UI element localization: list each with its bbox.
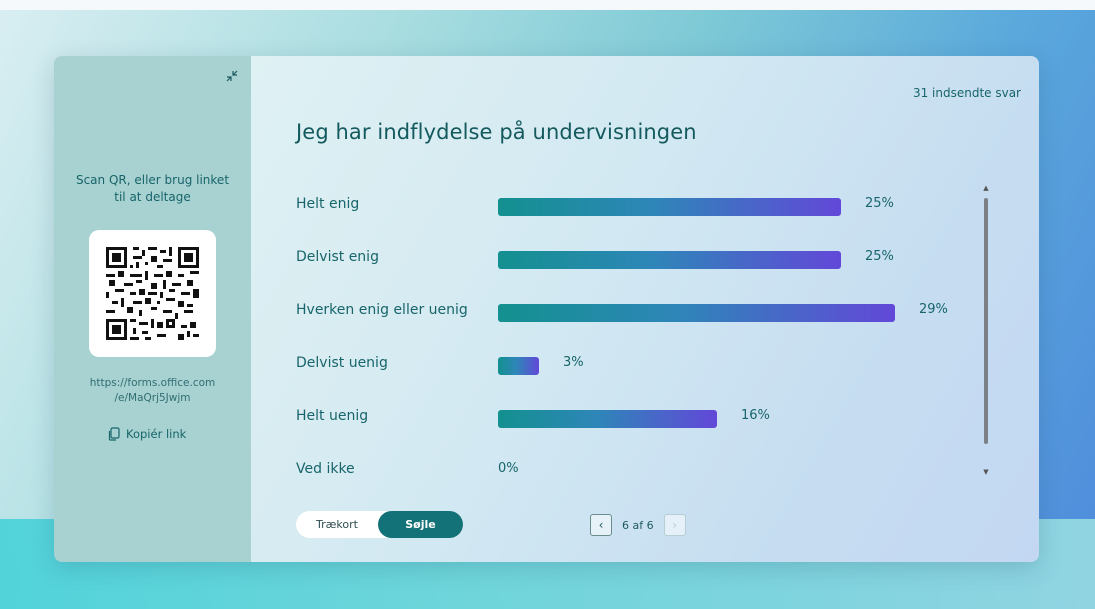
value-label: 16% [741, 408, 770, 423]
pagination: ‹ 6 af 6 › [590, 513, 686, 537]
toggle-option-traekort[interactable]: Trækort [296, 511, 378, 538]
qr-code-image [106, 247, 199, 340]
scroll-up-icon[interactable]: ▲ [982, 184, 990, 192]
bar [498, 410, 717, 428]
category-label: Helt uenig [296, 408, 369, 424]
value-label: 25% [865, 196, 894, 211]
chart-scrollbar[interactable]: ▲ ▼ [981, 184, 991, 476]
scan-instructions: Scan QR, eller brug linket til at deltag… [75, 173, 230, 204]
sidebar: Scan QR, eller brug linket til at deltag… [54, 56, 251, 562]
copy-icon [108, 427, 120, 441]
copy-link-button[interactable]: Kopiér link [108, 424, 186, 444]
scroll-down-icon[interactable]: ▼ [982, 468, 990, 476]
presentation-card: Scan QR, eller brug linket til at deltag… [54, 56, 1039, 562]
toggle-option-sojle[interactable]: Søjle [378, 511, 463, 538]
copy-link-label: Kopiér link [126, 427, 187, 441]
response-count: 31 indsendte svar [912, 86, 1021, 100]
value-label: 3% [563, 355, 584, 370]
chart-row: Delvist uenig 3% [296, 353, 966, 379]
results-panel: 31 indsendte svar Jeg har indflydelse på… [251, 56, 1039, 562]
chart-row: Helt enig 25% [296, 194, 966, 220]
top-strip [0, 0, 1095, 10]
category-label: Delvist enig [296, 249, 379, 265]
page-indicator: 6 af 6 [622, 518, 654, 532]
next-page-button[interactable]: › [663, 514, 686, 536]
qr-code [89, 230, 216, 357]
form-url-line-2: /e/MaQrj5Jwjm [114, 392, 191, 404]
category-label: Helt enig [296, 196, 360, 212]
category-label: Delvist uenig [296, 355, 388, 371]
category-label: Ved ikke [296, 461, 355, 476]
form-url-line-1: https://forms.office.com [89, 377, 216, 389]
category-label: Hverken enig eller uenig [296, 302, 468, 318]
value-label: 0% [498, 461, 519, 476]
bar-chart[interactable]: Helt enig 25% Delvist enig 25% Hverken enig … [296, 184, 966, 476]
value-label: 25% [865, 249, 894, 264]
chevron-right-icon: › [672, 518, 678, 532]
chart-row: Delvist enig 25% [296, 247, 966, 273]
chart-row: Ved ikke 0% [296, 459, 966, 476]
chart-row: Hverken enig eller uenig 29% [296, 300, 966, 326]
chevron-left-icon: ‹ [598, 518, 604, 532]
bar [498, 304, 895, 322]
bar [498, 198, 841, 216]
value-label: 29% [919, 302, 948, 317]
question-title: Jeg har indflydelse på undervisningen [296, 120, 697, 144]
view-toggle[interactable]: Trækort Søjle [296, 511, 463, 538]
prev-page-button[interactable]: ‹ [590, 514, 612, 536]
bar [498, 251, 841, 269]
form-url: https://forms.office.com /e/MaQrj5Jwjm [64, 376, 241, 406]
chart-row: Helt uenig 16% [296, 406, 966, 432]
collapse-icon[interactable] [222, 68, 242, 88]
scroll-thumb[interactable] [984, 198, 988, 444]
bar [498, 357, 539, 375]
